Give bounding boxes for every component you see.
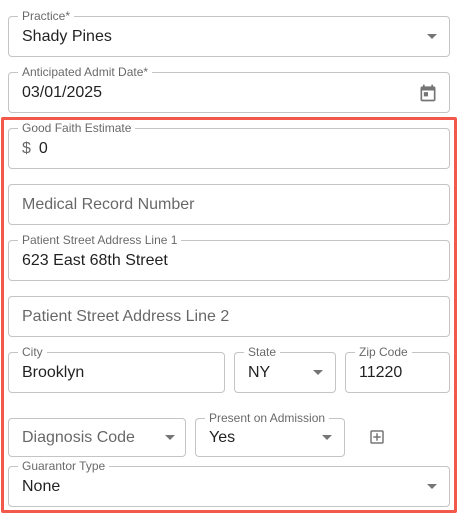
zip-code-value: 11220 (359, 363, 403, 381)
good-faith-estimate-value: 0 (38, 139, 48, 157)
city-value: Brooklyn (22, 363, 85, 381)
admit-date-field[interactable]: Anticipated Admit Date* 03/01/2025 (8, 65, 450, 113)
address-line2-placeholder: Patient Street Address Line 2 (22, 307, 230, 325)
address-line2-field[interactable]: Patient Street Address Line 2 (8, 296, 450, 337)
chevron-down-icon (322, 434, 332, 440)
chevron-down-icon (427, 483, 437, 489)
state-select[interactable]: State NY (234, 345, 336, 393)
currency-prefix: $ (22, 139, 31, 157)
practice-select[interactable]: Practice* Shady Pines (8, 9, 450, 57)
add-box-icon[interactable] (368, 428, 386, 446)
admit-date-value: 03/01/2025 (22, 83, 103, 101)
city-field[interactable]: City Brooklyn (8, 345, 225, 393)
practice-value: Shady Pines (22, 27, 112, 45)
zip-code-field[interactable]: Zip Code 11220 (345, 345, 450, 393)
guarantor-type-select[interactable]: Guarantor Type None (8, 459, 450, 507)
chevron-down-icon (313, 369, 323, 375)
address-line1-field[interactable]: Patient Street Address Line 1 623 East 6… (8, 233, 450, 281)
address-line1-value: 623 East 68th Street (22, 251, 168, 269)
state-value: NY (248, 363, 271, 381)
good-faith-estimate-field[interactable]: Good Faith Estimate $ 0 (8, 121, 450, 169)
guarantor-type-value: None (22, 477, 61, 495)
calendar-icon[interactable] (418, 83, 438, 103)
good-faith-estimate-value-wrap: $ 0 (22, 129, 48, 168)
present-on-admission-select[interactable]: Present on Admission Yes (195, 411, 345, 457)
medical-record-number-placeholder: Medical Record Number (22, 195, 195, 213)
diagnosis-code-select[interactable]: Diagnosis Code (8, 418, 186, 457)
chevron-down-icon (427, 33, 437, 39)
diagnosis-code-placeholder: Diagnosis Code (22, 428, 135, 446)
medical-record-number-field[interactable]: Medical Record Number (8, 184, 450, 225)
chevron-down-icon (165, 434, 175, 440)
present-on-admission-value: Yes (209, 428, 236, 446)
